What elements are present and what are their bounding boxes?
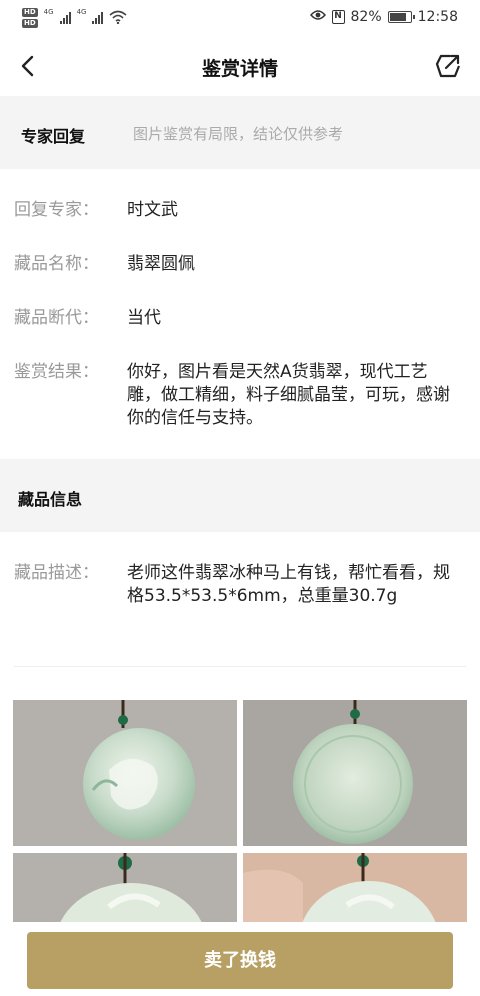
hd-stack: HD HD: [22, 8, 38, 28]
detail-label: 回复专家：: [14, 200, 99, 220]
clock: 12:58: [417, 9, 458, 25]
photo-back[interactable]: [243, 700, 467, 846]
detail-label: 藏品断代：: [14, 308, 99, 328]
eye-icon: [309, 9, 326, 25]
hd-tag-2: HD: [22, 19, 38, 28]
battery-fill: [389, 13, 407, 21]
photo-front[interactable]: [13, 700, 237, 846]
status-bar: HD HD 4G 4G N 82% 12:58: [0, 0, 480, 36]
sell-button[interactable]: 卖了换钱: [27, 932, 453, 989]
detail-value: 当代: [127, 308, 161, 328]
description-value: 老师这件翡翠冰种马上有钱，帮忙看看，规格53.5*53.5*6mm，总重量30.…: [127, 563, 450, 606]
network-label-2: 4G: [76, 8, 87, 16]
photo-in-hand[interactable]: [243, 853, 467, 922]
network-label-1: 4G: [43, 8, 54, 16]
nav-bar: 鉴赏详情: [0, 36, 480, 96]
battery-icon: [387, 11, 415, 23]
item-info-title: 藏品信息: [18, 490, 83, 509]
hd-tag-1: HD: [22, 8, 38, 17]
nfc-icon: N: [331, 10, 345, 24]
description-label: 藏品描述：: [14, 563, 99, 583]
detail-label: 鉴赏结果：: [14, 362, 99, 382]
battery-percent: 82%: [350, 9, 382, 25]
status-left: HD HD 4G 4G: [22, 8, 127, 28]
photo-front-closeup[interactable]: [13, 853, 237, 922]
expert-reply-section: 专家回复 图片鉴赏有局限，结论仅供参考: [0, 96, 480, 169]
detail-value: 你好，图片看是天然A货翡翠，现代工艺雕，做工精细，料子细腻晶莹，可玩，感谢你的信…: [127, 362, 450, 428]
signal-icon: [59, 12, 71, 24]
signal-icon-2: [92, 12, 104, 24]
expert-reply-title: 专家回复: [21, 127, 86, 146]
share-icon: [435, 54, 461, 78]
detail-value: 时文武: [127, 200, 178, 220]
page-title: 鉴赏详情: [201, 58, 278, 80]
detail-value: 翡翠圆佩: [127, 254, 195, 274]
wifi-icon: [109, 9, 127, 28]
item-info-section: 藏品信息: [0, 459, 480, 532]
detail-label: 藏品名称：: [14, 254, 99, 274]
share-button[interactable]: [432, 50, 464, 82]
bottom-action-bar: 卖了换钱: [0, 922, 480, 996]
status-right: N 82% 12:58: [309, 9, 458, 25]
divider: [14, 666, 466, 667]
disclaimer-note: 图片鉴赏有局限，结论仅供参考: [133, 125, 344, 143]
